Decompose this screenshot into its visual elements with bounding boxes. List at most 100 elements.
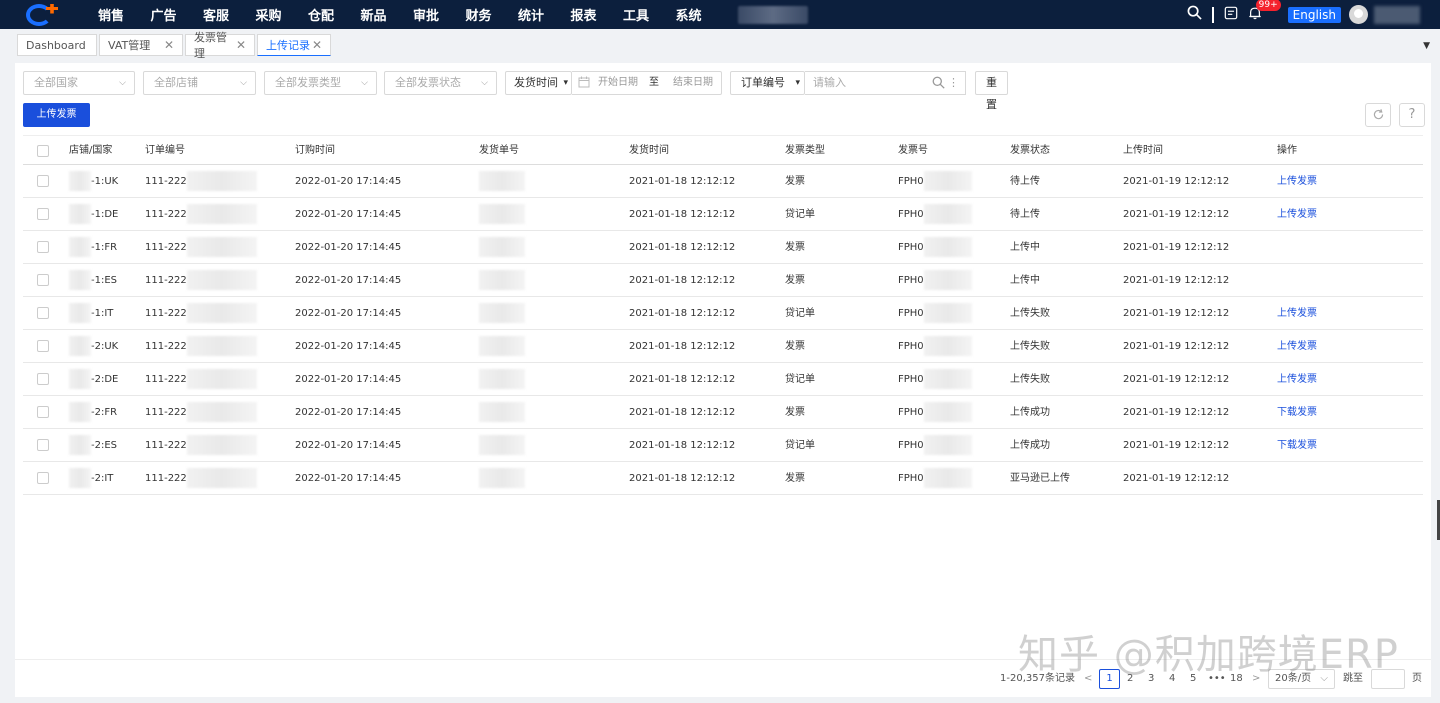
- redacted-area: [186, 402, 257, 422]
- type-cell: 贷记单: [785, 374, 815, 385]
- nav-item-statistics[interactable]: 统计: [518, 5, 571, 24]
- column-header: 发票类型: [785, 145, 825, 156]
- search-icon[interactable]: [932, 72, 945, 94]
- select-all-checkbox[interactable]: [37, 145, 49, 157]
- tab-upload-records[interactable]: 上传记录 ✕: [257, 34, 331, 56]
- ship-time-cell: 2021-01-18 12:12:12: [629, 341, 736, 352]
- nav-item-sales[interactable]: 销售: [98, 5, 151, 24]
- brand-logo[interactable]: [26, 3, 66, 26]
- shipment-cell: [479, 396, 525, 429]
- tab-invoice-management[interactable]: 发票管理 ✕: [185, 31, 255, 60]
- chevron-down-icon: ⌵: [361, 78, 368, 88]
- order-cell: 111-222: [145, 264, 257, 297]
- row-checkbox[interactable]: [37, 406, 49, 418]
- nav-item-ads[interactable]: 广告: [151, 5, 204, 24]
- nav-item-purchasing[interactable]: 采购: [256, 5, 309, 24]
- invoice-status-select[interactable]: 全部发票状态 ⌵: [384, 71, 497, 95]
- reset-button[interactable]: 重置: [975, 71, 1008, 111]
- more-icon[interactable]: ⋮: [948, 72, 959, 94]
- close-icon[interactable]: ✕: [236, 38, 246, 52]
- redacted-area: [186, 369, 257, 389]
- time-field-select[interactable]: 发货时间 ▾: [505, 71, 572, 95]
- username-redacted[interactable]: [1374, 5, 1420, 24]
- nav-item-warehouse[interactable]: 仓配: [308, 5, 361, 24]
- close-icon[interactable]: ✕: [164, 38, 174, 52]
- chevron-down-icon: ⌵: [119, 78, 126, 88]
- language-switch-button[interactable]: English: [1287, 6, 1341, 23]
- redacted-area: [923, 468, 972, 488]
- message-icon[interactable]: [1224, 6, 1238, 24]
- shop-country-text: -1:UK: [91, 176, 119, 187]
- row-checkbox[interactable]: [37, 439, 49, 451]
- table-row: -1:UK 111-222 2022-01-20 17:14:45 2021-01-1…: [23, 165, 1423, 198]
- shipment-cell: [479, 264, 525, 297]
- nav-item-system[interactable]: 系统: [676, 5, 729, 24]
- table-row: -1:ES 111-222 2022-01-20 17:14:45 2021-01-1…: [23, 264, 1423, 297]
- bell-icon[interactable]: 99+: [1248, 0, 1281, 24]
- row-checkbox[interactable]: [37, 472, 49, 484]
- invoice-type-select[interactable]: 全部发票类型 ⌵: [264, 71, 377, 95]
- order-cell: 111-222: [145, 462, 257, 495]
- shop-cell: -1:UK: [69, 165, 118, 198]
- row-action-link[interactable]: 上传发票: [1277, 330, 1317, 363]
- tab-dashboard[interactable]: Dashboard: [17, 34, 97, 56]
- range-separator: 至: [649, 77, 659, 88]
- order-number-text: 111-222: [145, 308, 187, 319]
- invoice-number-text: FPH0: [898, 374, 924, 385]
- redacted-area: [69, 402, 91, 422]
- table-row: -1:FR 111-222 2022-01-20 17:14:45 2021-01-1…: [23, 231, 1423, 264]
- redacted-area: [69, 336, 91, 356]
- nav-item-new-products[interactable]: 新品: [361, 5, 414, 24]
- row-checkbox[interactable]: [37, 208, 49, 220]
- row-action-link[interactable]: 上传发票: [1277, 297, 1317, 330]
- shop-cell: -2:FR: [69, 396, 117, 429]
- row-checkbox[interactable]: [37, 307, 49, 319]
- shop-select[interactable]: 全部店铺 ⌵: [143, 71, 256, 95]
- redacted-area: [738, 5, 808, 24]
- help-button[interactable]: ?: [1399, 103, 1425, 127]
- nav-item-reports[interactable]: 报表: [571, 5, 624, 24]
- row-action-link[interactable]: 下载发票: [1277, 429, 1317, 462]
- tab-label: 上传记录: [266, 39, 310, 52]
- redacted-area: [69, 270, 91, 290]
- row-action-link[interactable]: 上传发票: [1277, 198, 1317, 231]
- start-date-input[interactable]: 开始日期: [598, 72, 638, 94]
- search-icon[interactable]: [1187, 5, 1202, 24]
- ship-time-cell: 2021-01-18 12:12:12: [629, 407, 736, 418]
- order-search-input[interactable]: 请输入 ⋮: [805, 71, 966, 95]
- invoice-type-select-value: 全部发票类型: [275, 76, 341, 89]
- row-checkbox[interactable]: [37, 373, 49, 385]
- order-time-cell: 2022-01-20 17:14:45: [295, 242, 402, 253]
- order-cell: 111-222: [145, 165, 257, 198]
- shop-select-value: 全部店铺: [154, 76, 198, 89]
- type-cell: 发票: [785, 407, 805, 418]
- tab-menu-caret-icon[interactable]: ▼: [1423, 41, 1430, 51]
- order-time-cell: 2022-01-20 17:14:45: [295, 209, 402, 220]
- row-checkbox[interactable]: [37, 241, 49, 253]
- nav-item-customer-service[interactable]: 客服: [203, 5, 256, 24]
- nav-item-finance[interactable]: 财务: [466, 5, 519, 24]
- row-action-link[interactable]: 下载发票: [1277, 396, 1317, 429]
- row-checkbox[interactable]: [37, 175, 49, 187]
- search-field-select[interactable]: 订单编号 ▾: [730, 71, 805, 95]
- tab-vat-management[interactable]: VAT管理 ✕: [99, 34, 183, 56]
- nav-item-tools[interactable]: 工具: [623, 5, 676, 24]
- status-cell: 待上传: [1010, 176, 1040, 187]
- invoice-number-cell: FPH0: [898, 231, 972, 264]
- close-icon[interactable]: ✕: [312, 38, 322, 52]
- tab-label: 发票管理: [194, 31, 227, 60]
- invoice-number-text: FPH0: [898, 440, 924, 451]
- row-checkbox[interactable]: [37, 340, 49, 352]
- upload-invoice-button[interactable]: 上传发票: [23, 103, 90, 127]
- country-select[interactable]: 全部国家 ⌵: [23, 71, 135, 95]
- row-action-link[interactable]: 上传发票: [1277, 165, 1317, 198]
- end-date-input[interactable]: 结束日期: [673, 72, 713, 94]
- avatar[interactable]: [1349, 5, 1368, 24]
- nav-item-approval[interactable]: 审批: [413, 5, 466, 24]
- date-range-picker[interactable]: 开始日期 至 结束日期: [572, 71, 722, 95]
- shop-country-text: -1:FR: [91, 242, 118, 253]
- table-row: -2:DE 111-222 2022-01-20 17:14:45 2021-01-1…: [23, 363, 1423, 396]
- refresh-button[interactable]: [1365, 103, 1391, 127]
- row-checkbox[interactable]: [37, 274, 49, 286]
- row-action-link[interactable]: 上传发票: [1277, 363, 1317, 396]
